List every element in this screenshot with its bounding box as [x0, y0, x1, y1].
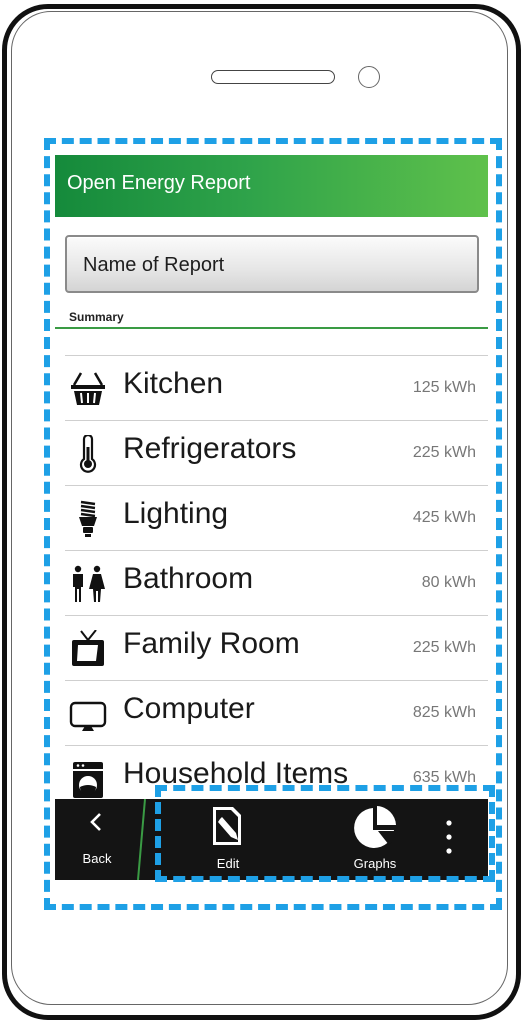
camera-dot [358, 66, 380, 88]
annotation-frame-actions [155, 785, 495, 882]
speaker-slot [211, 70, 335, 84]
